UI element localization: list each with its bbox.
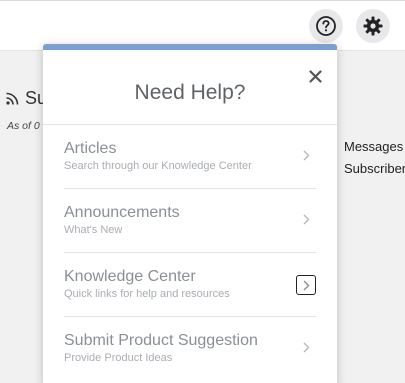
- help-item-announcements[interactable]: Announcements What's New: [64, 189, 316, 253]
- help-item-description: What's New: [64, 224, 123, 236]
- help-button[interactable]: [309, 9, 343, 43]
- settings-button[interactable]: [356, 9, 390, 43]
- help-options-list: Articles Search through our Knowledge Ce…: [64, 125, 316, 381]
- help-item-knowledge-center[interactable]: Knowledge Center Quick links for help an…: [64, 253, 316, 317]
- chevron-right-icon: [300, 212, 312, 226]
- close-button[interactable]: [307, 68, 323, 84]
- help-panel-title: Need Help?: [134, 81, 246, 104]
- help-item-articles[interactable]: Articles Search through our Knowledge Ce…: [64, 125, 316, 189]
- help-item-description: Provide Product Ideas: [64, 352, 173, 364]
- help-item-title: Submit Product Suggestion: [64, 332, 258, 349]
- help-panel-header: Need Help?: [43, 50, 337, 125]
- help-item-title: Announcements: [64, 204, 180, 221]
- background-subscriber-label: Subscriber: [344, 161, 405, 176]
- help-item-title: Articles: [64, 140, 117, 157]
- help-panel: Need Help? Articles Search through our K…: [43, 44, 337, 383]
- help-item-submit-suggestion[interactable]: Submit Product Suggestion Provide Produc…: [64, 317, 316, 381]
- question-circle-icon: [316, 16, 336, 36]
- rss-feed-icon: [6, 92, 19, 105]
- background-page-title: Su: [5, 86, 47, 110]
- chevron-right-icon: [300, 340, 312, 354]
- chevron-right-icon[interactable]: [296, 275, 316, 295]
- help-item-description: Quick links for help and resources: [64, 288, 230, 300]
- help-item-description: Search through our Knowledge Center: [64, 160, 252, 172]
- background-subtitle: As of 0: [7, 120, 40, 132]
- close-icon: [308, 69, 322, 83]
- chevron-right-icon: [300, 148, 312, 162]
- gear-icon: [363, 16, 383, 36]
- background-messages-label: Messages: [344, 139, 404, 154]
- help-item-title: Knowledge Center: [64, 268, 196, 285]
